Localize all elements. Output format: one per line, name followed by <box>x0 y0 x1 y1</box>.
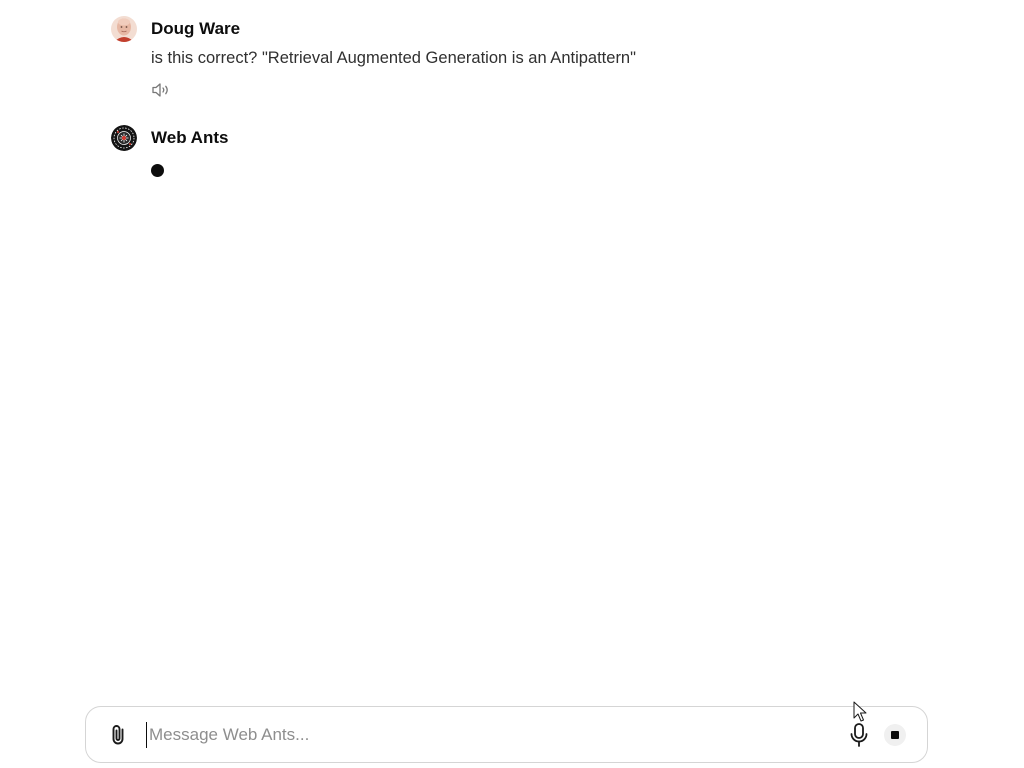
message-author: Doug Ware <box>151 19 241 38</box>
message-text: is this correct? "Retrieval Augmented Ge… <box>151 49 636 67</box>
assistant-message: Web Ants <box>111 125 924 177</box>
assistant-avatar <box>111 125 137 151</box>
typing-indicator <box>151 164 164 177</box>
paperclip-icon <box>112 725 124 745</box>
web-ants-logo-avatar-icon <box>111 125 137 151</box>
message-body <box>151 164 924 177</box>
message-header: Web Ants <box>111 125 924 151</box>
user-message: Doug Ware is this correct? "Retrieval Au… <box>111 16 924 100</box>
stop-icon <box>891 731 899 739</box>
voice-input-button[interactable] <box>847 721 871 749</box>
speaker-icon <box>152 83 168 97</box>
message-body: is this correct? "Retrieval Augmented Ge… <box>151 47 924 100</box>
message-header: Doug Ware <box>111 16 924 42</box>
chat-page: Doug Ware is this correct? "Retrieval Au… <box>0 0 1024 768</box>
message-actions <box>151 80 924 100</box>
read-aloud-button[interactable] <box>151 80 173 100</box>
message-input[interactable] <box>146 722 829 748</box>
message-composer <box>85 706 928 763</box>
message-author: Web Ants <box>151 128 229 147</box>
user-avatar <box>111 16 137 42</box>
microphone-icon <box>850 723 868 747</box>
stop-generation-button[interactable] <box>884 724 906 746</box>
attach-file-button[interactable] <box>106 723 130 747</box>
user-photo-avatar-icon <box>111 16 137 42</box>
